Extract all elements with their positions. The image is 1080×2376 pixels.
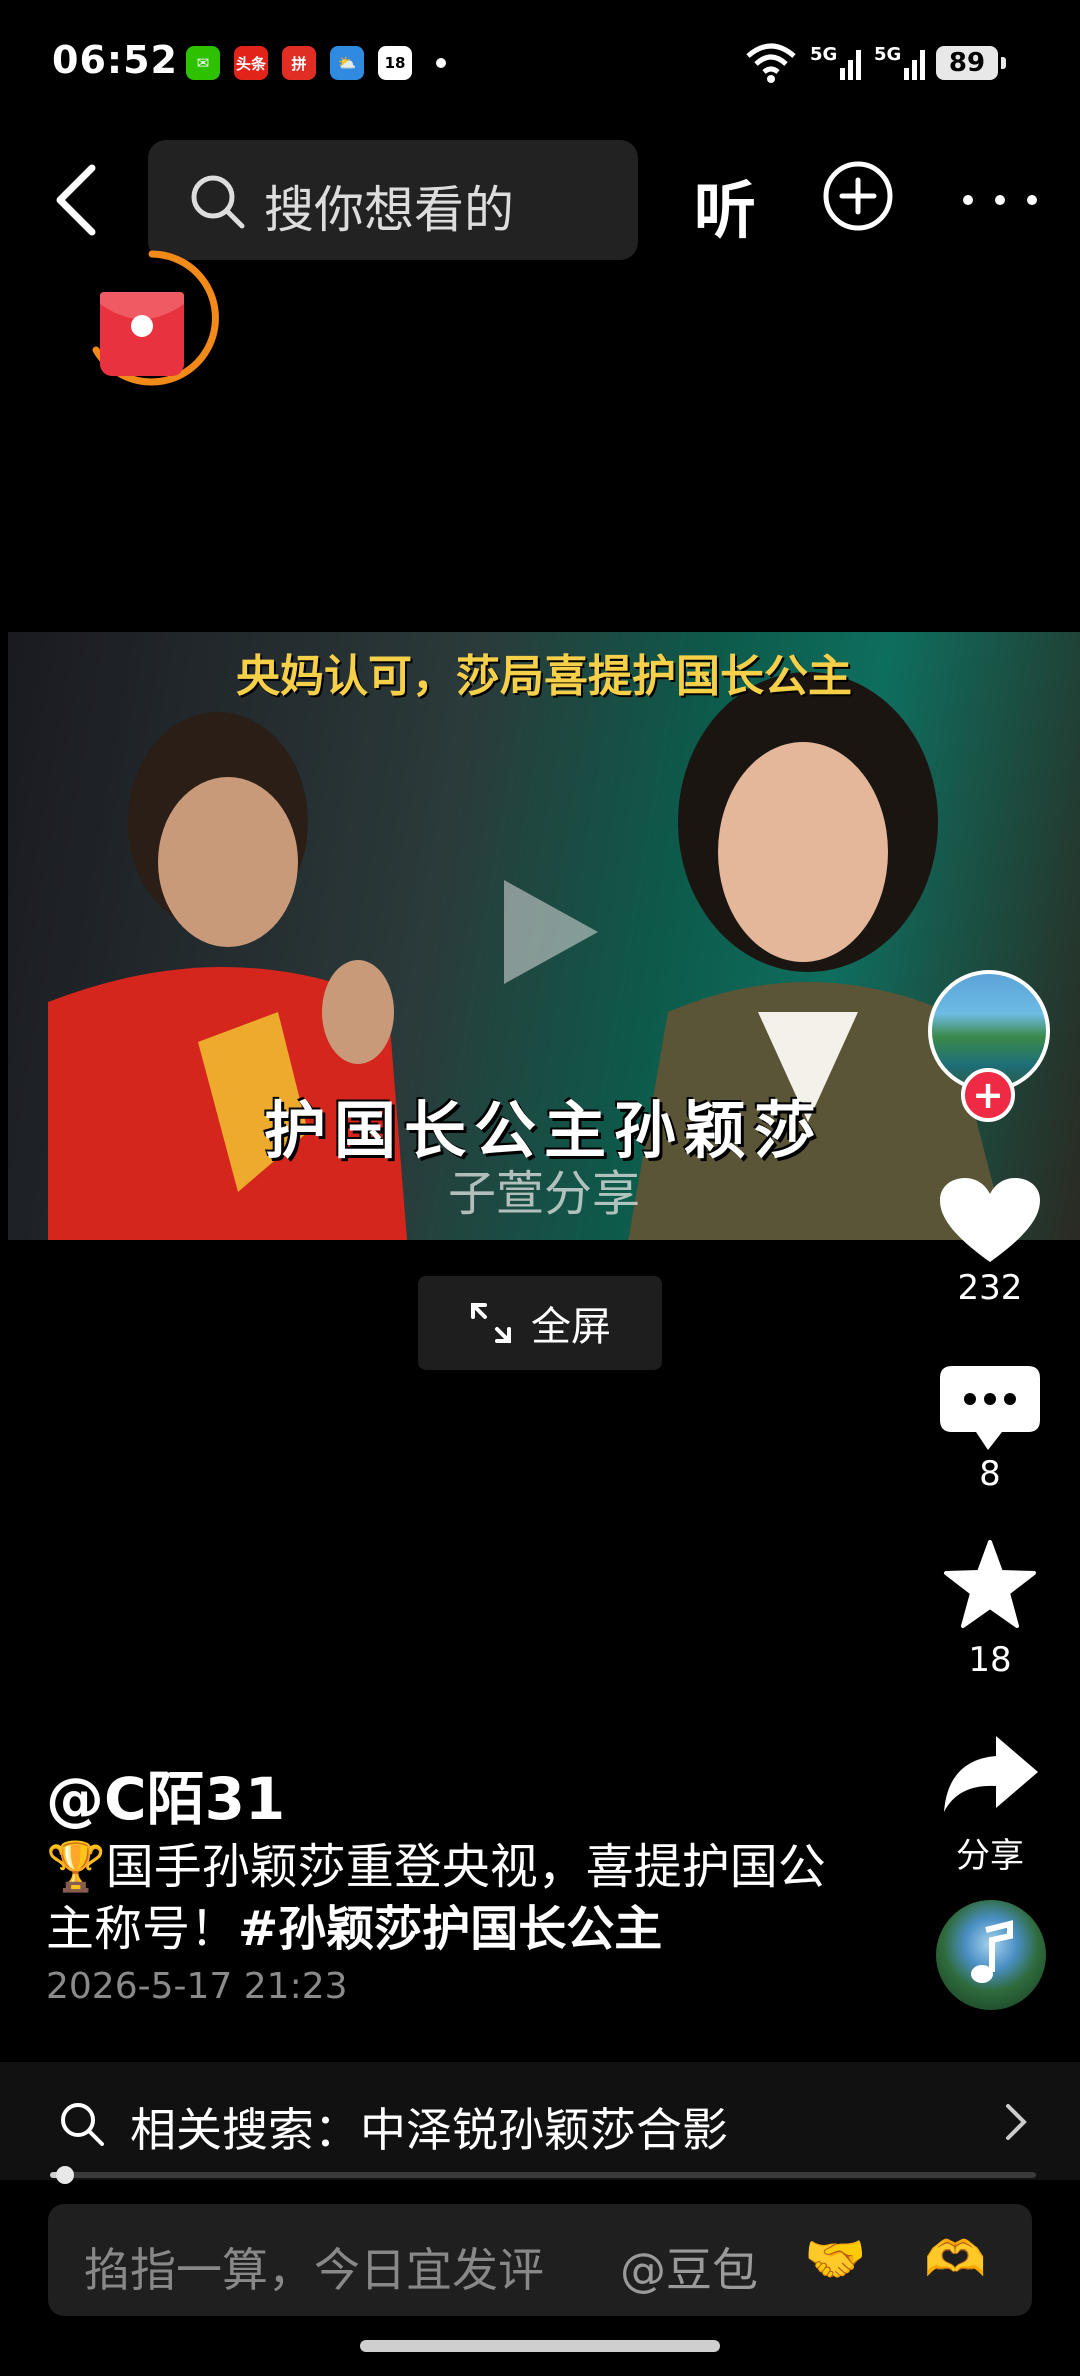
trophy-emoji: 🏆 (46, 1839, 106, 1895)
handshake-emoji-button[interactable]: 🤝 (804, 2230, 866, 2289)
cellular-signal-icon (840, 50, 861, 80)
search-bar[interactable]: 搜你想看的 (148, 140, 638, 260)
share-arrow-icon[interactable] (938, 1732, 1042, 1822)
expand-icon (471, 1303, 511, 1343)
wifi-icon (746, 43, 796, 83)
toutiao-icon: 头条 (234, 46, 268, 80)
like-heart-icon[interactable] (938, 1176, 1042, 1266)
video-player[interactable]: 央妈认可，莎局喜提护国长公主 护国长公主孙颖莎 子萱分享 (8, 632, 1080, 1240)
play-icon[interactable] (494, 872, 604, 992)
calendar-icon: 18 (378, 46, 412, 80)
listen-button[interactable]: 听 (694, 160, 756, 250)
comment-bubble-icon[interactable] (938, 1364, 1042, 1454)
like-count: 232 (957, 1268, 1023, 1308)
cellular-signal-icon-2 (904, 50, 925, 80)
heart-hands-emoji-button[interactable]: 🫶 (924, 2230, 986, 2289)
share-label[interactable]: 分享 (900, 1828, 1080, 1877)
back-arrow-icon[interactable] (48, 160, 108, 240)
comment-input-bar[interactable]: 掐指一算，今日宜发评 @豆包 🤝 🫶 (48, 2204, 1032, 2316)
comment-placeholder: 掐指一算，今日宜发评 (84, 2243, 544, 2297)
more-notifications-dot (436, 58, 446, 68)
wechat-icon: ✉ (186, 46, 220, 80)
chevron-right-icon (1006, 2104, 1027, 2140)
comment-count: 8 (979, 1454, 1001, 1494)
author-name[interactable]: @C陌31 (46, 1752, 285, 1836)
red-packet-icon[interactable] (90, 250, 220, 400)
fullscreen-label: 全屏 (531, 1304, 611, 1350)
weather-icon: ⛅ (330, 46, 364, 80)
favorite-star-icon[interactable] (938, 1540, 1042, 1630)
status-time: 06:52 (52, 38, 178, 82)
battery-indicator: 89 (936, 46, 1006, 80)
pinduoduo-icon: 拼 (282, 46, 316, 80)
music-note-icon (971, 1920, 1013, 1983)
post-description: 🏆国手孙颖莎重登央视，喜提护国公主称号！#孙颖莎护国长公主 (46, 1836, 866, 1960)
progress-knob[interactable] (56, 2166, 74, 2184)
video-watermark: 子萱分享 (447, 1166, 640, 1222)
favorite-count: 18 (968, 1640, 1012, 1680)
music-disc[interactable] (936, 1900, 1046, 2010)
related-search-text: 相关搜索：中泽锐孙颖莎合影 (130, 2103, 728, 2157)
search-icon (191, 175, 245, 229)
post-date: 2026-5-17 21:23 (46, 1966, 348, 2007)
related-search-bar[interactable]: 相关搜索：中泽锐孙颖莎合影 (0, 2062, 1080, 2180)
search-placeholder: 搜你想看的 (264, 181, 514, 239)
fullscreen-button[interactable]: 全屏 (418, 1276, 662, 1370)
more-options-icon[interactable] (960, 194, 1040, 206)
home-indicator[interactable] (360, 2340, 720, 2352)
status-bar: 06:52 ✉ 头条拼 ⛅ 18 5G 5G 89 (0, 0, 1080, 120)
add-circle-icon[interactable] (822, 160, 894, 232)
video-progress-bar[interactable] (50, 2166, 1036, 2184)
search-icon (61, 2103, 104, 2146)
hashtag-link[interactable]: #孙颖莎护国长公主 (238, 1901, 662, 1957)
mention-button[interactable]: @豆包 (620, 2234, 758, 2300)
follow-button[interactable]: + (961, 1068, 1015, 1122)
video-top-caption: 央妈认可，莎局喜提护国长公主 (236, 651, 852, 702)
